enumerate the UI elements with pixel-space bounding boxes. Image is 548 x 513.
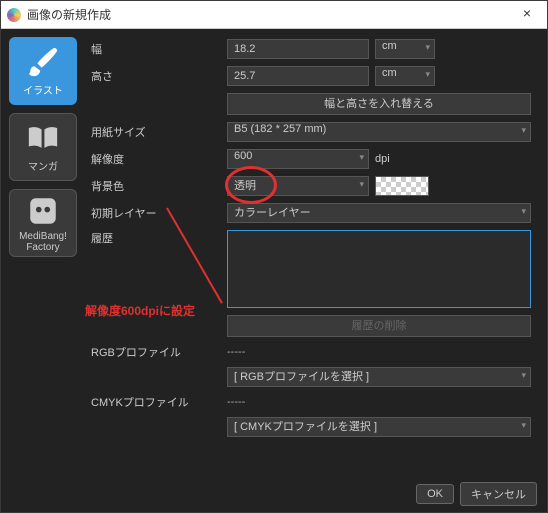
dialog-window: 画像の新規作成 × イラスト マンガ MediBang! Factory 幅 c… (0, 0, 548, 513)
history-listbox[interactable] (227, 230, 531, 308)
ok-button[interactable]: OK (416, 484, 454, 504)
history-delete-button[interactable]: 履歴の削除 (227, 315, 531, 337)
cmyk-profile-select[interactable]: [ CMYKプロファイルを選択 ] (227, 417, 531, 437)
rgb-label: RGBプロファイル (91, 344, 221, 360)
tab-illust-label: イラスト (23, 82, 63, 97)
rgb-profile-select[interactable]: [ RGBプロファイルを選択 ] (227, 367, 531, 387)
layer-select[interactable]: カラーレイヤー (227, 203, 531, 223)
swap-wh-button[interactable]: 幅と高さを入れ替える (227, 93, 531, 115)
dpi-input[interactable]: 600 (227, 149, 369, 169)
cmyk-label: CMYKプロファイル (91, 394, 221, 410)
layer-label: 初期レイヤー (91, 205, 221, 221)
brush-icon (26, 45, 60, 79)
dpi-label: 解像度 (91, 151, 221, 167)
height-label: 高さ (91, 68, 221, 84)
bg-select[interactable]: 透明 (227, 176, 369, 196)
tab-factory-label: MediBang! Factory (19, 231, 67, 253)
cmyk-value: ----- (227, 396, 531, 408)
tab-manga-label: マンガ (28, 158, 58, 173)
footer: OK キャンセル (1, 476, 547, 512)
dialog-title: 画像の新規作成 (27, 6, 513, 23)
tab-illust[interactable]: イラスト (9, 37, 77, 105)
book-icon (26, 121, 60, 155)
factory-icon (26, 194, 60, 228)
dpi-unit: dpi (375, 153, 390, 165)
width-unit-select[interactable]: cm (375, 39, 435, 59)
dialog-body: イラスト マンガ MediBang! Factory 幅 cm 高さ cm (1, 29, 547, 476)
close-icon[interactable]: × (513, 5, 541, 25)
form-content: 幅 cm 高さ cm 幅と高さを入れ替える 用紙サイズ B5 (182 * 25… (85, 29, 547, 476)
cancel-button[interactable]: キャンセル (460, 482, 537, 506)
height-input[interactable] (227, 66, 369, 86)
height-unit-select[interactable]: cm (375, 66, 435, 86)
width-input[interactable] (227, 39, 369, 59)
bg-swatch (375, 176, 429, 196)
width-label: 幅 (91, 41, 221, 57)
history-label: 履歴 (91, 230, 221, 246)
rgb-value: ----- (227, 346, 531, 358)
app-icon (7, 8, 21, 22)
tab-factory[interactable]: MediBang! Factory (9, 189, 77, 257)
sidebar: イラスト マンガ MediBang! Factory (1, 29, 85, 476)
bg-label: 背景色 (91, 178, 221, 194)
tab-manga[interactable]: マンガ (9, 113, 77, 181)
titlebar: 画像の新規作成 × (1, 1, 547, 29)
papersize-label: 用紙サイズ (91, 124, 221, 140)
papersize-select[interactable]: B5 (182 * 257 mm) (227, 122, 531, 142)
